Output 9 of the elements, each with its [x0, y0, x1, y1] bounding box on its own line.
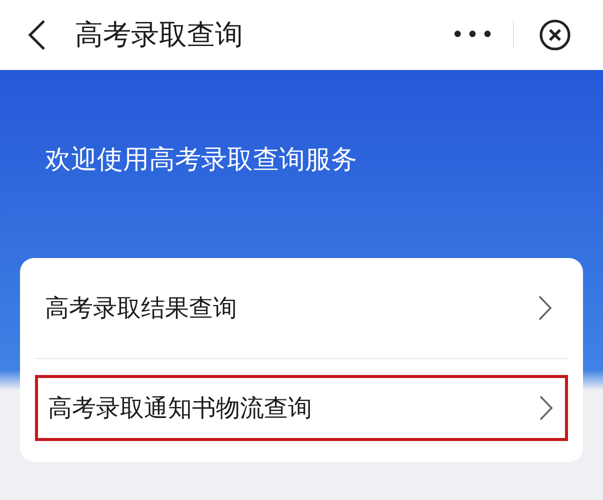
chevron-icon [538, 295, 552, 321]
page-title: 高考录取查询 [75, 17, 244, 53]
chevron-icon [539, 395, 553, 421]
welcome-text: 欢迎使用高考录取查询服务 [45, 144, 358, 177]
back-icon[interactable] [28, 19, 46, 51]
more-button[interactable]: ••• [451, 22, 496, 48]
menu-item[interactable]: 高考录取通知书物流查询 [35, 375, 568, 441]
menu-item[interactable]: 高考录取结果查询 [35, 258, 568, 359]
close-icon[interactable] [539, 19, 571, 51]
